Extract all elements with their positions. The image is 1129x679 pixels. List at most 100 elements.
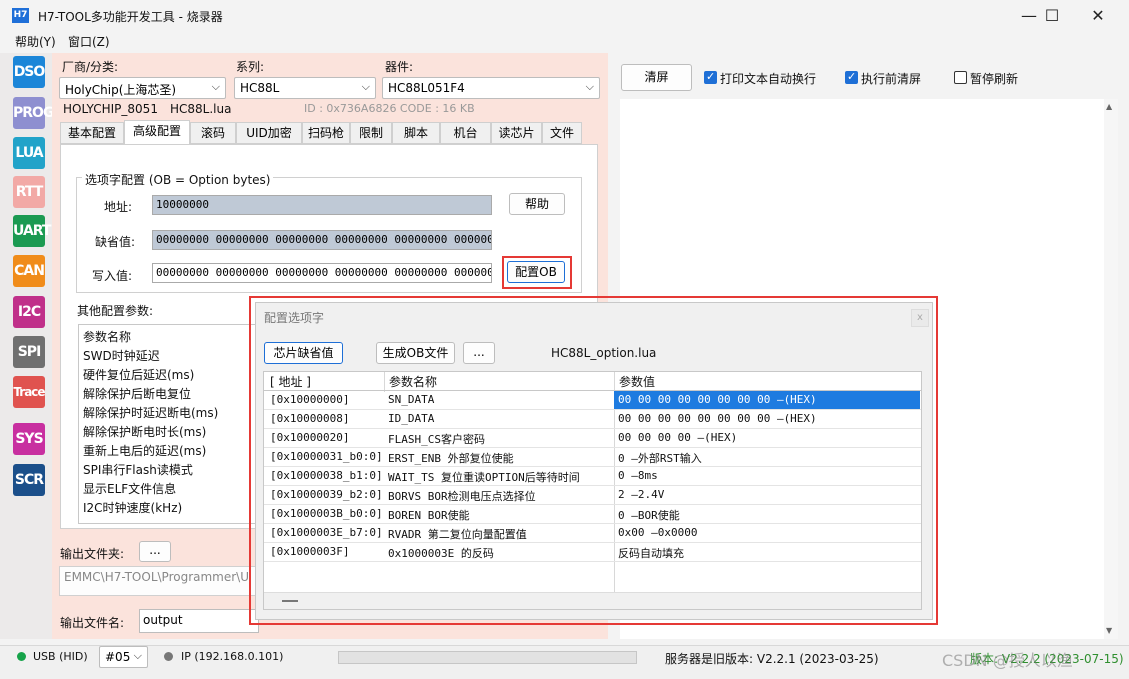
dialog-close-button[interactable]: x [911, 309, 929, 327]
output-name-field[interactable]: output [139, 609, 259, 633]
param-item[interactable]: SWD时钟延迟 [83, 347, 160, 364]
dialog-title: 配置选项字 [264, 311, 325, 325]
tab-7[interactable]: 机台 [440, 122, 491, 144]
clear-before-label: 执行前清屏 [861, 72, 922, 86]
grid-cell-address: [0x10000038_b1:0] [270, 469, 383, 482]
sidebar-rtt-button[interactable]: RTT [13, 176, 45, 208]
help-button[interactable]: 帮助 [509, 193, 565, 215]
address-field[interactable]: 10000000 [152, 195, 492, 215]
default-value-label: 缺省值: [95, 235, 136, 249]
grid-cell-name: BORVS BOR检测电压点选择位 [388, 490, 536, 503]
device-select[interactable]: HC88L051F4 ⌵ [382, 77, 600, 99]
other-params-title: 其他配置参数: [77, 304, 154, 318]
pause-checkbox[interactable] [954, 71, 967, 84]
app-icon: H7 [12, 8, 29, 23]
grid-cell-address: [0x1000003B_b0:0] [270, 507, 383, 520]
scroll-thumb[interactable] [282, 600, 298, 602]
menu-window[interactable]: 窗口(Z) [68, 33, 110, 50]
output-name-label: 输出文件名: [60, 616, 125, 630]
sidebar-dso-button[interactable]: DSO [13, 56, 45, 88]
chip-name: HOLYCHIP_8051 [63, 102, 158, 116]
param-item[interactable]: 重新上电后的延迟(ms) [83, 442, 206, 459]
device-value: HC88L051F4 [388, 81, 465, 95]
series-value: HC88L [240, 81, 280, 95]
vendor-select[interactable]: HolyChip(上海芯圣) ⌵ [59, 77, 226, 99]
grid-cell-name: ID_DATA [388, 412, 435, 425]
wrap-checkbox[interactable] [704, 70, 717, 84]
tab-9[interactable]: 文件 [542, 122, 582, 144]
ob-group-title: 选项字配置 (OB = Option bytes) [82, 171, 274, 188]
grid-header-address: [ 地址 ] [270, 375, 311, 389]
grid-row[interactable]: [0x1000003E_b7:0] RVADR 第二复位向量配置值 0x00 —0x… [264, 524, 921, 543]
sidebar-can-button[interactable]: CAN [13, 255, 45, 287]
generate-ob-file-button[interactable]: 生成OB文件 [376, 342, 455, 364]
output-path-field[interactable]: EMMC\H7-TOOL\Programmer\U [59, 566, 259, 596]
tab-8[interactable]: 读芯片 [491, 122, 542, 144]
sidebar-uart-button[interactable]: UART [13, 215, 51, 247]
sidebar-prog-button[interactable]: PROG [13, 97, 54, 129]
grid-row[interactable]: [0x10000038_b1:0] WAIT_TS 复位重读OPTION后等待时间… [264, 467, 921, 486]
tab-1[interactable]: 高级配置 [124, 120, 190, 145]
sidebar-scr-button[interactable]: SCR [13, 464, 45, 496]
lua-file: HC88L.lua [170, 102, 232, 116]
log-scrollbar[interactable] [1104, 99, 1118, 639]
grid-row[interactable]: [0x10000000] SN_DATA 00 00 00 00 00 00 00 … [264, 391, 921, 410]
series-label: 系列: [236, 60, 265, 74]
param-item[interactable]: 硬件复位后延迟(ms) [83, 366, 194, 383]
usb-status-dot-icon [17, 652, 26, 661]
write-value-label: 写入值: [92, 269, 133, 283]
output-folder-button[interactable]: ... [139, 541, 171, 562]
tab-2[interactable]: 滚码 [190, 122, 236, 144]
grid-cell-address: [0x1000003E_b7:0] [270, 526, 383, 539]
tab-6[interactable]: 脚本 [392, 122, 440, 144]
param-item[interactable]: 解除保护断电时长(ms) [83, 423, 206, 440]
grid-row[interactable]: [0x10000031_b0:0] ERST_ENB 外部复位使能 0 —外部RST… [264, 448, 921, 467]
clear-before-checkbox[interactable] [845, 70, 858, 84]
chevron-down-icon: ⌵ [211, 80, 220, 93]
dialog-browse-button[interactable]: ... [463, 342, 495, 364]
sidebar-trace-button[interactable]: Trace [13, 376, 46, 408]
grid-row[interactable]: [0x10000020] FLASH_CS客户密码 00 00 00 00 —(HE… [264, 429, 921, 448]
grid-cell-value: 反码自动填充 [618, 547, 684, 560]
sidebar-spi-button[interactable]: SPI [13, 336, 45, 368]
tab-4[interactable]: 扫码枪 [302, 122, 350, 144]
grid-row[interactable]: [0x1000003F] 0x1000003E 的反码 反码自动填充 [264, 543, 921, 562]
clear-screen-button[interactable]: 清屏 [621, 64, 692, 91]
window-title: H7-TOOL多功能开发工具 - 烧录器 [38, 10, 223, 24]
grid-row[interactable]: [0x10000039_b2:0] BORVS BOR检测电压点选择位 2 —2.4… [264, 486, 921, 505]
tab-5[interactable]: 限制 [350, 122, 392, 144]
scroll-down-icon[interactable]: ▼ [1106, 626, 1112, 635]
grid-row[interactable]: [0x1000003B_b0:0] BOREN BOR使能 0 —BOR使能 [264, 505, 921, 524]
grid-cell-name: ERST_ENB 外部复位使能 [388, 452, 514, 465]
chevron-down-icon: ⌵ [585, 80, 594, 93]
tab-0[interactable]: 基本配置 [60, 122, 124, 144]
default-value-field[interactable]: 00000000 00000000 00000000 00000000 0000… [152, 230, 492, 250]
param-item[interactable]: I2C时钟速度(kHz) [83, 499, 182, 516]
output-folder-label: 输出文件夹: [60, 547, 125, 561]
series-select[interactable]: HC88L ⌵ [234, 77, 376, 99]
menu-help[interactable]: 帮助(Y) [15, 33, 56, 50]
write-value-field[interactable]: 00000000 00000000 00000000 00000000 0000… [152, 263, 492, 283]
param-item[interactable]: 解除保护后断电复位 [83, 385, 191, 402]
sidebar-i2c-button[interactable]: I2C [13, 296, 45, 328]
grid-hscrollbar[interactable] [264, 592, 921, 609]
grid-cell-address: [0x10000000] [270, 393, 350, 406]
port-select[interactable]: #05 ⌵ [99, 646, 148, 668]
grid-cell-value: 00 00 00 00 00 00 00 00 —(HEX) [614, 391, 920, 409]
param-item[interactable]: SPI串行Flash读模式 [83, 461, 193, 478]
grid-row[interactable]: [0x10000008] ID_DATA 00 00 00 00 00 00 00 … [264, 410, 921, 429]
sidebar-sys-button[interactable]: SYS [13, 423, 45, 455]
usb-status: USB (HID) [33, 650, 88, 663]
grid-cell-name: FLASH_CS客户密码 [388, 433, 485, 446]
maximize-button[interactable]: ☐ [1029, 0, 1075, 31]
param-item[interactable]: 显示ELF文件信息 [83, 480, 176, 497]
config-ob-button[interactable]: 配置OB [507, 261, 565, 283]
close-button[interactable]: ✕ [1075, 0, 1121, 31]
param-item[interactable]: 解除保护时延迟断电(ms) [83, 404, 218, 421]
sidebar-lua-button[interactable]: LUA [13, 137, 45, 169]
scroll-up-icon[interactable]: ▲ [1106, 102, 1112, 111]
grid-header-name: 参数名称 [389, 375, 438, 389]
tab-3[interactable]: UID加密 [236, 122, 302, 144]
chip-default-button[interactable]: 芯片缺省值 [264, 342, 343, 364]
vendor-label: 厂商/分类: [62, 60, 119, 74]
